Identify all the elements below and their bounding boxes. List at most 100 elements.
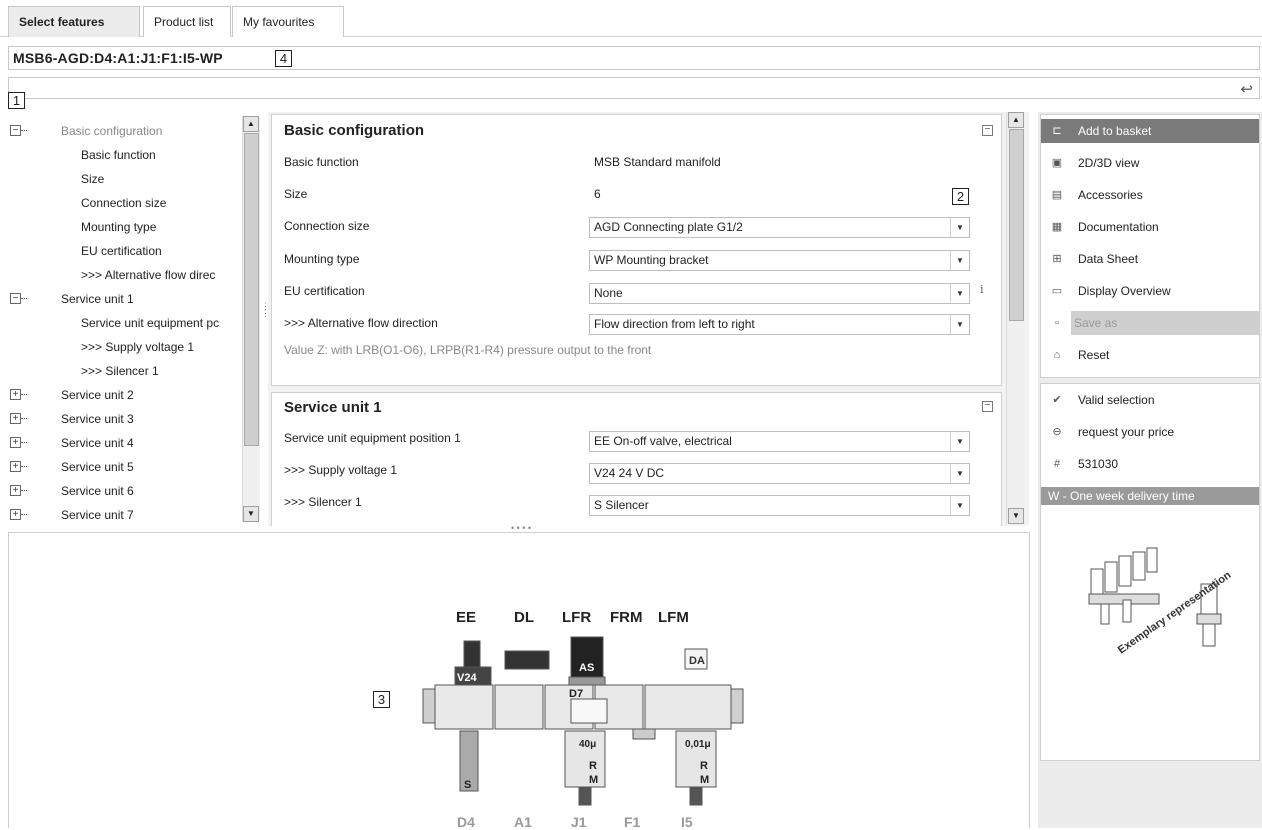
size-label: Size — [284, 187, 308, 201]
documentation-button[interactable]: ▦ Documentation — [1041, 215, 1259, 239]
checkmark-icon: ✔ — [1052, 394, 1062, 406]
card-title: Basic configuration — [284, 122, 425, 139]
config-scrollbar[interactable]: ▲ ▼ — [1006, 112, 1025, 524]
tree-item-equipment-position[interactable]: Service unit equipment pc — [81, 311, 219, 335]
pdf-icon: ▦ — [1051, 221, 1063, 233]
tab-my-favourites[interactable]: My favourites — [232, 6, 344, 37]
module-label-ee: EE — [456, 609, 477, 626]
exemplary-product-image: Exemplary representation — [1088, 547, 1234, 656]
dropdown-arrow-icon[interactable]: ▼ — [950, 218, 969, 237]
supply-voltage-label: >>> Supply voltage 1 — [284, 463, 398, 477]
value-note: Value Z: with LRB(O1-O6), LRPB(R1-R4) pr… — [284, 343, 652, 357]
accessories-button[interactable]: ▤ Accessories — [1041, 183, 1259, 207]
marker-4: 4 — [275, 50, 292, 67]
tab-bar: Select features Product list My favourit… — [0, 0, 1262, 37]
actions-box: ⊏ Add to basket ▣ 2D/3D view ▤ Accessori… — [1040, 114, 1260, 378]
tree-item-label: Service unit 5 — [61, 460, 134, 474]
collapse-icon[interactable]: − — [10, 293, 27, 304]
vertical-splitter-grip[interactable]: ⋮ ⋮ — [261, 302, 270, 325]
request-price-link[interactable]: ⊖ request your price — [1041, 420, 1259, 444]
silencer-label: >>> Silencer 1 — [284, 495, 362, 509]
tree-scrollbar[interactable]: ▲ ▼ — [242, 116, 260, 522]
alternative-flow-label: >>> Alternative flow direction — [284, 316, 438, 330]
s-label: S — [464, 779, 471, 791]
product-image-panel: 3 EE DL LFR FRM LFM V24 AS DA D7 40μ 0,0… — [8, 532, 1030, 830]
2d3d-view-button[interactable]: ▣ 2D/3D view — [1041, 151, 1259, 175]
filter-40-label: 40μ — [579, 739, 596, 750]
expand-icon[interactable]: + — [10, 461, 27, 472]
connection-size-select[interactable]: AGD Connecting plate G1/2 ▼ — [589, 217, 970, 238]
dropdown-arrow-icon[interactable]: ▼ — [950, 251, 969, 270]
r-label: R — [589, 760, 597, 772]
scroll-thumb[interactable] — [1009, 129, 1024, 321]
connection-size-label: Connection size — [284, 219, 370, 233]
tree-item-silencer[interactable]: >>> Silencer 1 — [81, 359, 159, 383]
expand-icon[interactable]: + — [10, 509, 27, 520]
info-icon[interactable]: i — [980, 283, 984, 296]
expand-icon[interactable]: + — [10, 389, 27, 400]
tree-item-label: Service unit 4 — [61, 436, 134, 450]
tree-item-alternative-flow[interactable]: >>> Alternative flow direc — [81, 263, 215, 287]
expand-icon[interactable]: + — [10, 437, 27, 448]
add-to-basket-button[interactable]: ⊏ Add to basket — [1041, 119, 1259, 143]
scroll-up-icon[interactable]: ▲ — [243, 116, 259, 132]
select-value: WP Mounting bracket — [594, 253, 709, 267]
module-label-dl: DL — [514, 609, 534, 626]
dropdown-arrow-icon[interactable]: ▼ — [950, 464, 969, 483]
dropdown-arrow-icon[interactable]: ▼ — [950, 432, 969, 451]
tree-item-label: Service unit 2 — [61, 388, 134, 402]
status-box: ✔ Valid selection ⊖ request your price #… — [1040, 383, 1260, 761]
monitor-icon: ▭ — [1051, 285, 1063, 297]
save-icon: ▫ — [1055, 317, 1059, 329]
table-icon: ⊞ — [1052, 253, 1062, 265]
collapse-icon[interactable]: − — [10, 125, 27, 136]
card-title: Service unit 1 — [284, 399, 382, 416]
marker-1: 1 — [8, 92, 25, 109]
select-value: EE On-off valve, electrical — [594, 434, 732, 448]
equipment-position-select[interactable]: EE On-off valve, electrical ▼ — [589, 431, 970, 452]
return-icon[interactable]: ↩ — [1240, 80, 1253, 98]
expand-icon[interactable]: + — [10, 413, 27, 424]
display-overview-button[interactable]: ▭ Display Overview — [1041, 279, 1259, 303]
select-value: S Silencer — [594, 498, 649, 512]
reset-button[interactable]: ⌂ Reset — [1041, 343, 1259, 367]
order-code-bar: MSB6-AGD:D4:A1:J1:F1:I5-WP 4 — [8, 46, 1260, 70]
mounting-type-select[interactable]: WP Mounting bracket ▼ — [589, 250, 970, 271]
scroll-down-icon[interactable]: ▼ — [243, 506, 259, 522]
hash-icon: # — [1053, 458, 1061, 470]
tree-item-label: Basic configuration — [61, 124, 163, 138]
dropdown-arrow-icon[interactable]: ▼ — [950, 315, 969, 334]
tree-item-supply-voltage[interactable]: >>> Supply voltage 1 — [81, 335, 194, 359]
tab-product-list[interactable]: Product list — [143, 6, 231, 37]
tree-item-basic-function[interactable]: Basic function — [81, 143, 156, 167]
dropdown-arrow-icon[interactable]: ▼ — [950, 284, 969, 303]
service-unit-1-card: Service unit 1 − Service unit equipment … — [271, 392, 1002, 526]
tree-item-eu-certification[interactable]: EU certification — [81, 239, 162, 263]
tab-select-features[interactable]: Select features — [8, 6, 140, 37]
lock-icon: ⊖ — [1052, 426, 1062, 438]
expand-icon[interactable]: + — [10, 485, 27, 496]
collapse-icon[interactable]: − — [982, 125, 993, 136]
valid-selection-status: ✔ Valid selection — [1041, 388, 1259, 412]
tree-item-mounting-type[interactable]: Mounting type — [81, 215, 156, 239]
scroll-thumb[interactable] — [244, 133, 259, 446]
alternative-flow-select[interactable]: Flow direction from left to right ▼ — [589, 314, 970, 335]
collapse-icon[interactable]: − — [982, 401, 993, 412]
eu-certification-select[interactable]: None ▼ — [589, 283, 970, 304]
filter-001-label: 0,01μ — [685, 739, 711, 750]
scroll-up-icon[interactable]: ▲ — [1008, 112, 1024, 128]
dropdown-arrow-icon[interactable]: ▼ — [950, 496, 969, 515]
scroll-down-icon[interactable]: ▼ — [1008, 508, 1024, 524]
as-label: AS — [579, 662, 594, 674]
data-sheet-button[interactable]: ⊞ Data Sheet — [1041, 247, 1259, 271]
tree-item-label: Service unit 3 — [61, 412, 134, 426]
horizontal-splitter-grip[interactable]: • • • • — [506, 524, 536, 533]
save-as-button[interactable]: Save as — [1071, 311, 1259, 335]
tree-item-size[interactable]: Size — [81, 167, 104, 191]
tree-item-connection-size[interactable]: Connection size — [81, 191, 166, 215]
silencer-select[interactable]: S Silencer ▼ — [589, 495, 970, 516]
tree-item-label: Service unit 6 — [61, 484, 134, 498]
supply-voltage-select[interactable]: V24 24 V DC ▼ — [589, 463, 970, 484]
tree-item-label: Service unit 7 — [61, 508, 134, 522]
action-panel: ⊏ Add to basket ▣ 2D/3D view ▤ Accessori… — [1038, 112, 1262, 828]
